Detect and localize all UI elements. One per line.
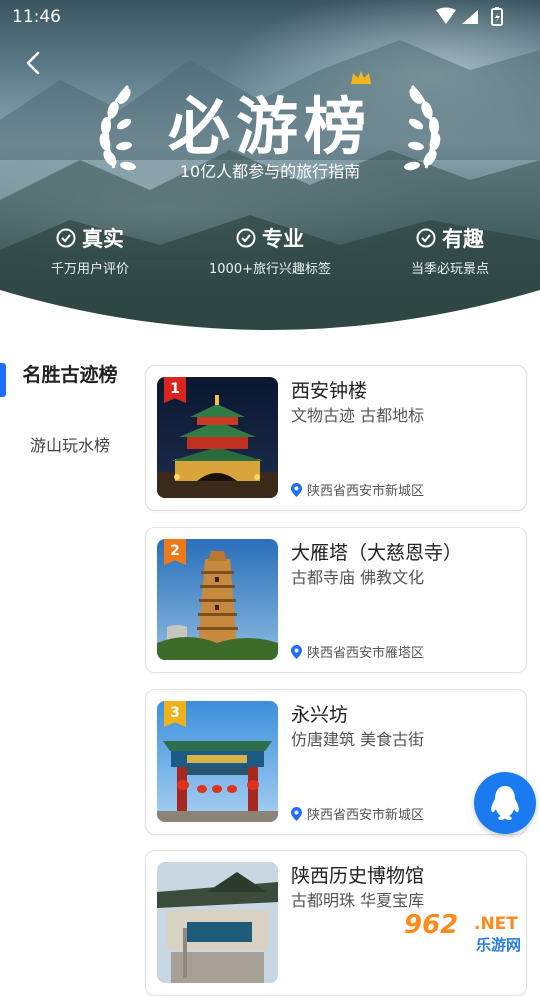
status-icons [436,7,503,26]
back-arrow-icon[interactable] [20,48,48,78]
sidebar-item-scenic[interactable]: 名胜古迹榜 [0,360,140,397]
big-wild-goose-pagoda-photo: 2 [157,539,278,660]
watermark-name: 乐游网 [476,936,522,954]
bell-tower-photo: 1 [157,377,278,498]
hero-curve [0,290,540,350]
location-text: 陕西省西安市新城区 [307,808,425,823]
attraction-tags: 文物古迹 古都地标 [291,406,425,425]
location-pin-icon [291,482,302,497]
sidebar-item-label: 游山玩水榜 [29,436,110,455]
attraction-tags: 古都寺庙 佛教文化 [291,568,425,587]
site-watermark: 962 .NET 乐游网 [398,908,536,958]
title-block: 必游榜 10亿人都参与的旅行指南 [88,70,452,181]
check-circle-icon [56,228,76,248]
attraction-location: 陕西省西安市新城区 [291,804,424,823]
location-text: 陕西省西安市新城区 [307,484,425,499]
qq-float-button[interactable] [474,772,536,834]
check-circle-icon [236,228,256,248]
attraction-card[interactable]: 2 大雁塔（大慈恩寺） 古都寺庙 佛教文化 陕西省西安市雁塔区 [145,527,527,673]
sidebar-item-label: 名胜古迹榜 [22,364,118,386]
attraction-card[interactable]: 1 西安钟楼 文物古迹 古都地标 陕西省西安市新城区 [145,365,527,511]
page-title: 必游榜 [167,90,372,163]
status-bar: 11:46 [0,0,540,34]
feature-label: 有趣 [442,227,484,251]
watermark-number: 962 [404,910,459,940]
shaanxi-history-museum-photo [157,862,278,983]
attraction-name: 永兴坊 [291,704,349,726]
check-circle-icon [416,228,436,248]
attraction-name: 西安钟楼 [291,380,368,402]
location-pin-icon [291,806,302,821]
active-indicator [0,363,6,397]
watermark-suffix: .NET [474,914,518,934]
location-pin-icon [291,644,302,659]
sidebar-item-landscape[interactable]: 游山玩水榜 [0,432,140,456]
attraction-name: 陕西历史博物馆 [291,865,425,887]
attraction-location: 陕西省西安市新城区 [291,480,424,499]
page-subtitle: 10亿人都参与的旅行指南 [179,162,361,181]
attraction-tags: 仿唐建筑 美食古街 [291,730,425,749]
attraction-name: 大雁塔（大慈恩寺） [291,542,463,564]
location-text: 陕西省西安市雁塔区 [307,646,425,661]
qq-penguin-icon [491,786,519,820]
feature-label: 专业 [262,227,304,251]
feature-label: 真实 [82,227,124,251]
attraction-card[interactable]: 3 永兴坊 仿唐建筑 美食古街 陕西省西安市新城区 [145,689,527,835]
attraction-location: 陕西省西安市雁塔区 [291,642,424,661]
yongxingfang-photo: 3 [157,701,278,822]
status-time: 11:46 [12,7,61,27]
